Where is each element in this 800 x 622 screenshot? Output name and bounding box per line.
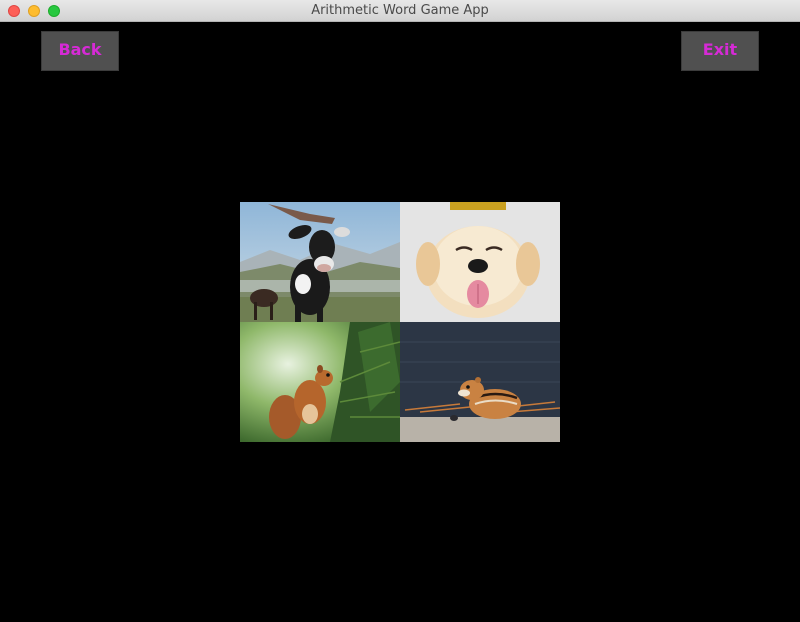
window-title: Arithmetic Word Game App bbox=[311, 3, 489, 18]
chipmunk-image[interactable] bbox=[400, 322, 560, 442]
cow-image[interactable] bbox=[240, 202, 400, 322]
exit-button[interactable]: Exit bbox=[681, 31, 759, 71]
title-bar: Arithmetic Word Game App bbox=[0, 0, 800, 22]
app-window: Arithmetic Word Game App Back Exit bbox=[0, 0, 800, 622]
back-button[interactable]: Back bbox=[41, 31, 119, 71]
dog-image[interactable] bbox=[400, 202, 560, 322]
squirrel-image[interactable] bbox=[240, 322, 400, 442]
animal-image-grid bbox=[240, 202, 560, 442]
